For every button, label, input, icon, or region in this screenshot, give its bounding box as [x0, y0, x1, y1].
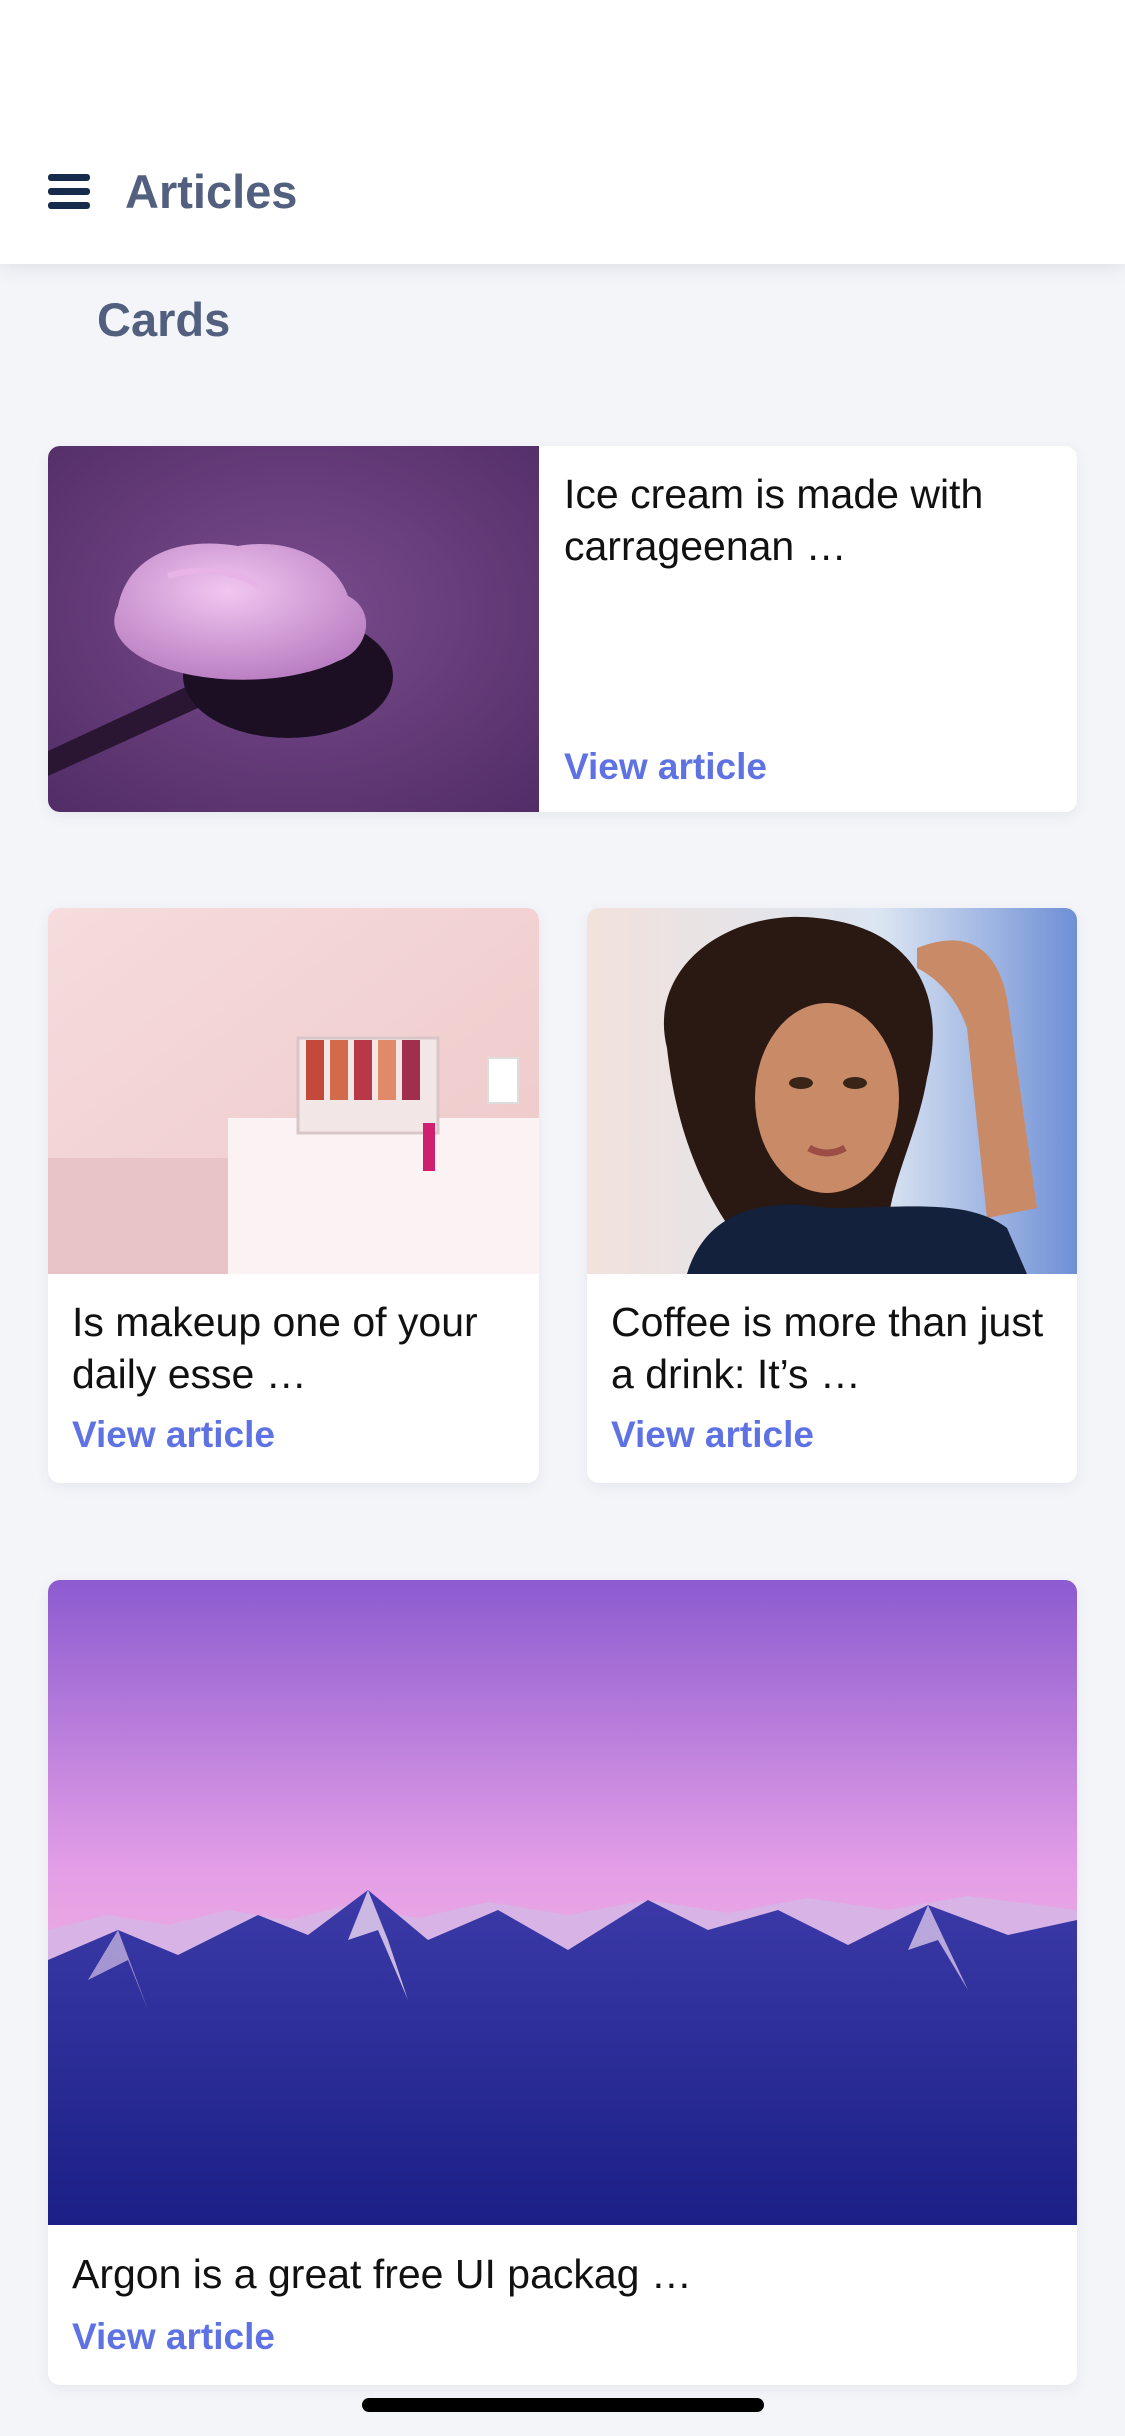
page-title: Articles: [125, 165, 298, 218]
article-card-coffee[interactable]: Coffee is more than just a drink: It’s ……: [587, 908, 1077, 1483]
view-article-link[interactable]: View article: [72, 2316, 275, 2358]
mountain-range-image: [48, 1580, 1077, 2225]
view-article-link[interactable]: View article: [564, 746, 767, 788]
home-indicator: [362, 2398, 764, 2412]
view-article-link[interactable]: View article: [72, 1414, 275, 1456]
card-title: Coffee is more than just a drink: It’s …: [611, 1299, 1044, 1397]
card-title: Argon is a great free UI packag …: [72, 2251, 692, 2297]
hamburger-menu-icon[interactable]: [48, 174, 90, 210]
ice-cream-image: [48, 446, 539, 812]
makeup-display-image: [48, 908, 539, 1274]
woman-portrait-image: [587, 908, 1077, 1274]
article-card-argon[interactable]: Argon is a great free UI packag … View a…: [48, 1580, 1077, 2385]
card-title: Is makeup one of your daily esse …: [72, 1299, 478, 1397]
view-article-link[interactable]: View article: [611, 1414, 814, 1456]
article-card-makeup[interactable]: Is makeup one of your daily esse … View …: [48, 908, 539, 1483]
card-title: Ice cream is made with carrageenan …: [564, 471, 984, 569]
app-header: Articles: [0, 0, 1125, 264]
article-card-ice-cream[interactable]: Ice cream is made with carrageenan … Vie…: [48, 446, 1077, 812]
section-title: Cards: [97, 293, 231, 346]
